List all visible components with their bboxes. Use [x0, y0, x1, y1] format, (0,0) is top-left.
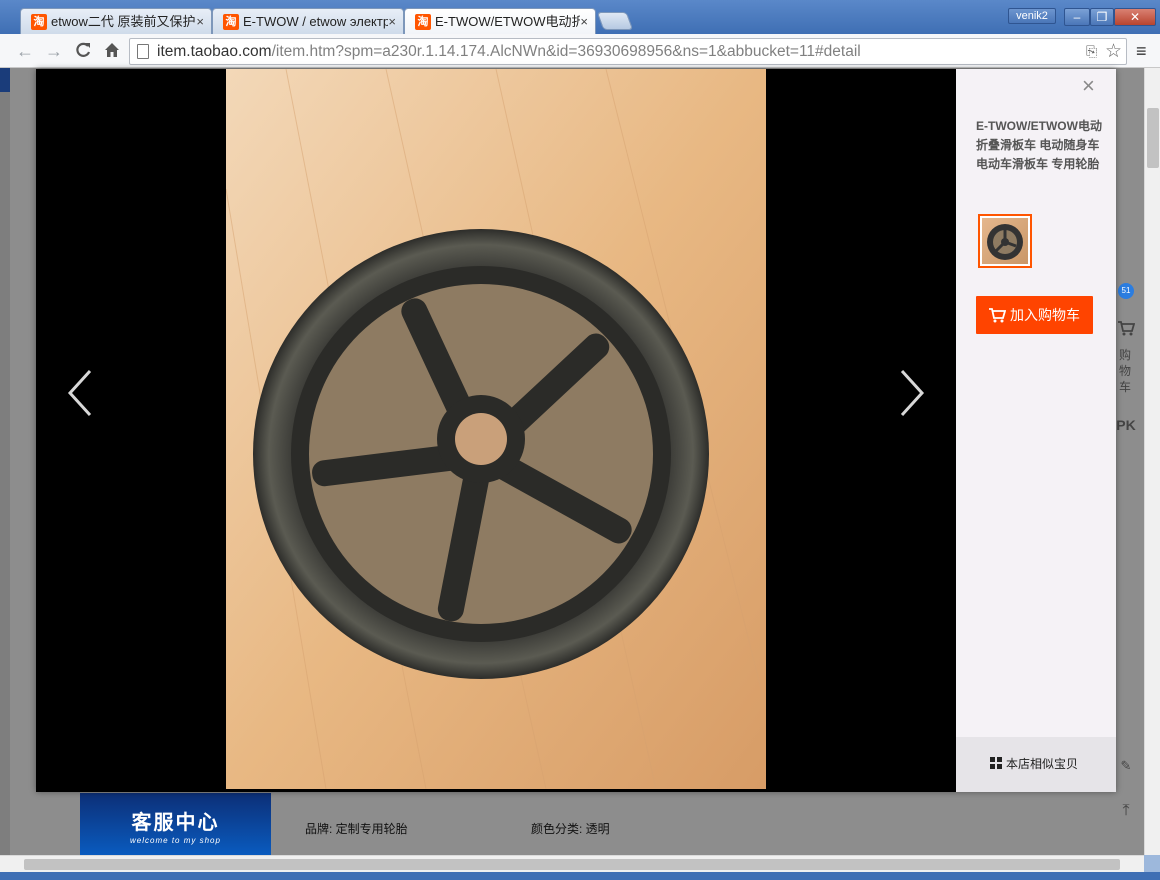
right-cart-label[interactable]: 购物车 — [1118, 347, 1132, 395]
tab-1[interactable]: 淘 etwow二代 原装前又保护 × — [20, 8, 212, 34]
product-title: E-TWOW/ETWOW电动折叠滑板车 电动随身车 电动车滑板车 专用轮胎 — [976, 119, 1102, 171]
taobao-favicon-icon: 淘 — [31, 14, 47, 30]
lightbox-close-button[interactable]: × — [1082, 75, 1095, 97]
horizontal-scrollbar[interactable] — [0, 855, 1144, 872]
restore-button[interactable]: ❐ — [1090, 8, 1114, 26]
page-icon — [137, 44, 149, 59]
back-to-top-icon[interactable]: ⤒ — [1116, 803, 1136, 819]
cart-icon — [989, 308, 1007, 323]
browser-toolbar: ← → item.taobao.com/item.htm?spm=a230r.1… — [0, 34, 1160, 68]
add-to-cart-button[interactable]: 加入购物车 — [976, 296, 1093, 334]
grid-icon — [990, 757, 1002, 769]
tab-label: E-TWOW/ETWOW电动折叠 — [435, 14, 580, 29]
menu-icon[interactable]: ≡ — [1136, 42, 1147, 60]
edit-icon[interactable]: ✎ — [1116, 758, 1136, 774]
pk-button[interactable]: PK — [1116, 417, 1136, 433]
product-photo — [226, 69, 766, 789]
new-tab-button[interactable] — [596, 12, 634, 30]
translate-icon[interactable]: ⎘ — [1086, 43, 1097, 60]
color-attribute: 颜色分类: 透明 — [531, 822, 610, 836]
prev-image-button[interactable] — [66, 369, 96, 417]
next-image-button[interactable] — [896, 369, 926, 417]
cart-count-badge: 51 — [1118, 283, 1134, 299]
home-icon — [105, 43, 119, 57]
reload-button[interactable] — [73, 41, 93, 63]
wheel-photo-image — [226, 69, 766, 789]
chevron-right-icon — [900, 369, 925, 417]
tab-label: E-TWOW / etwow электри — [243, 14, 388, 29]
tab-close-button[interactable]: × — [196, 9, 204, 34]
taobao-favicon-icon: 淘 — [223, 14, 239, 30]
tab-strip: 淘 etwow二代 原装前又保护 × 淘 E-TWOW / etwow элек… — [0, 0, 1160, 35]
back-button[interactable]: ← — [15, 41, 35, 61]
cart-icon[interactable] — [1116, 320, 1136, 340]
page-left-edge — [0, 68, 10, 855]
address-bar[interactable]: item.taobao.com/item.htm?spm=a230r.1.14.… — [129, 38, 1127, 65]
tab-2[interactable]: 淘 E-TWOW / etwow электри × — [212, 8, 404, 34]
similar-items-button[interactable]: 本店相似宝贝 — [956, 737, 1116, 792]
image-lightbox: × E-TWOW/ETWOW电动折叠滑板车 电动随身车 电动车滑板车 专用轮胎 … — [36, 69, 1116, 792]
vertical-scrollbar[interactable] — [1144, 68, 1160, 855]
tab-close-button[interactable]: × — [580, 9, 588, 34]
taobao-favicon-icon: 淘 — [415, 14, 431, 30]
minimize-button[interactable]: – — [1064, 8, 1090, 26]
bookmark-star-icon[interactable]: ☆ — [1105, 40, 1122, 63]
tab-close-button[interactable]: × — [388, 9, 396, 34]
product-thumbnail[interactable] — [978, 214, 1032, 268]
forward-button[interactable]: → — [44, 41, 64, 61]
tab-label: etwow二代 原装前又保护 — [51, 14, 196, 29]
window-bottom-border — [0, 872, 1160, 880]
service-center-banner[interactable]: 客服中心 welcome to my shop — [80, 793, 271, 855]
brand-attribute: 品牌: 定制专用轮胎 — [305, 822, 408, 836]
url-text: item.taobao.com/item.htm?spm=a230r.1.14.… — [157, 43, 861, 60]
lightbox-sidebar: × E-TWOW/ETWOW电动折叠滑板车 电动随身车 电动车滑板车 专用轮胎 … — [956, 69, 1116, 792]
browser-window: 淘 etwow二代 原装前又保护 × 淘 E-TWOW / etwow элек… — [0, 0, 1160, 880]
chevron-left-icon — [67, 369, 92, 417]
scroll-thumb[interactable] — [24, 859, 1120, 870]
home-button[interactable] — [102, 41, 122, 63]
reload-icon — [76, 42, 91, 57]
scroll-thumb[interactable] — [1147, 108, 1159, 168]
tab-3-active[interactable]: 淘 E-TWOW/ETWOW电动折叠 × — [404, 8, 596, 35]
profile-button[interactable]: venik2 — [1008, 8, 1056, 24]
window-close-button[interactable]: ✕ — [1114, 8, 1156, 26]
